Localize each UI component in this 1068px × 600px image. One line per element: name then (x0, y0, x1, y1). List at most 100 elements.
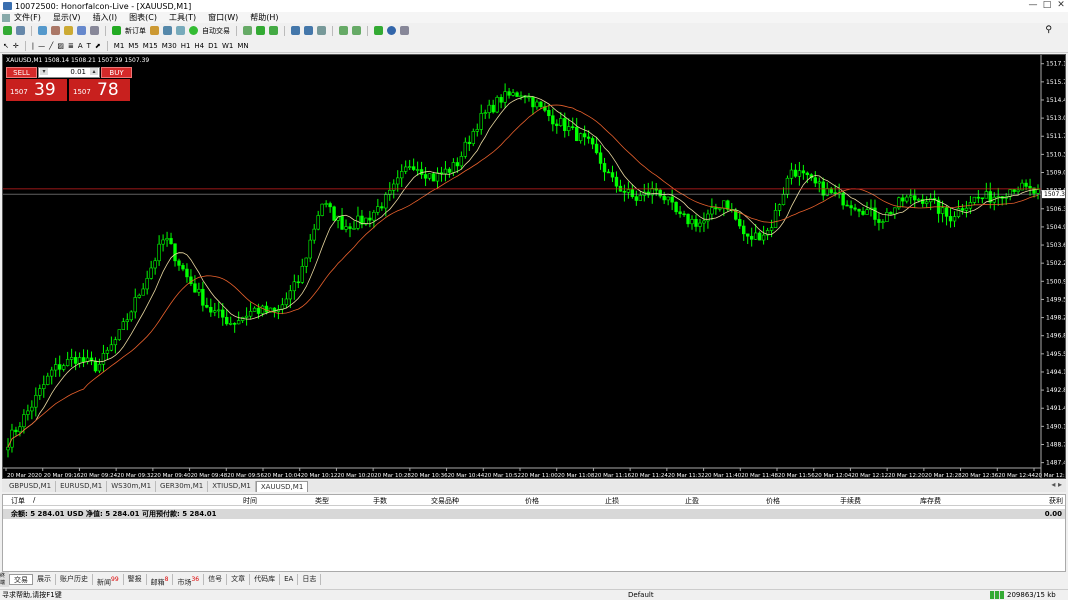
text-icon[interactable]: A (78, 42, 83, 50)
terminal-tab-3[interactable]: 新闻99 (93, 573, 124, 586)
candle-body (487, 104, 491, 113)
user-icon[interactable] (163, 26, 172, 35)
col-order[interactable]: 订单 (11, 496, 25, 506)
vertical-line-icon[interactable]: | (32, 42, 34, 50)
chart-tab-xtiusd[interactable]: XTIUSD,M1 (208, 481, 256, 492)
new-order-icon[interactable] (112, 26, 121, 35)
col-sl[interactable]: 止损 (605, 496, 619, 506)
chart-tab-ws30m[interactable]: WS30m,M1 (107, 481, 157, 492)
templates-icon[interactable] (400, 26, 409, 35)
terminal-tab-6[interactable]: 市场36 (173, 573, 205, 586)
new-chart-icon[interactable] (3, 26, 12, 35)
col-symbol[interactable]: 交易品种 (431, 496, 459, 506)
col-type[interactable]: 类型 (315, 496, 329, 506)
periods-icon[interactable] (387, 26, 396, 35)
terminal-tab-5[interactable]: 邮箱8 (147, 573, 174, 586)
chart-tab-xauusd[interactable]: XAUUSD,M1 (255, 481, 309, 492)
account-summary-row[interactable]: 余额: 5 284.01 USD 净值: 5 284.01 可用预付款: 5 2… (3, 509, 1065, 519)
price-tick-label: 1494.15 (1046, 369, 1065, 376)
maximize-button[interactable]: □ (1040, 0, 1054, 11)
trendline-icon[interactable]: ╱ (49, 42, 53, 50)
arrows-icon[interactable]: ⬈ (95, 42, 101, 50)
terminal-tab-0[interactable]: 交易 (9, 573, 33, 585)
terminal-tab-8[interactable]: 文章 (227, 573, 251, 585)
menu-view[interactable]: 显示(V) (53, 12, 81, 23)
profiles-icon[interactable] (16, 26, 25, 35)
terminal-tab-4[interactable]: 警报 (124, 573, 147, 585)
timeframe-w1[interactable]: W1 (222, 42, 233, 50)
terminal-tab-10[interactable]: EA (280, 573, 299, 585)
search-icon[interactable]: ⚲ (1045, 25, 1052, 35)
col-volume[interactable]: 手数 (373, 496, 387, 506)
market-watch-icon[interactable] (38, 26, 47, 35)
col-tp[interactable]: 止盈 (685, 496, 699, 506)
col-time[interactable]: 时间 (243, 496, 257, 506)
metaeditor-icon[interactable] (150, 26, 159, 35)
col-price[interactable]: 价格 (525, 496, 539, 506)
menu-window[interactable]: 窗口(W) (208, 12, 238, 23)
bid-price-box[interactable]: 1507 39 (6, 79, 67, 101)
lot-increase-icon[interactable]: ▴ (90, 68, 98, 75)
chart-tab-ger30m[interactable]: GER30m,M1 (156, 481, 209, 492)
timeframe-d1[interactable]: D1 (208, 42, 218, 50)
label-icon[interactable]: T (87, 42, 91, 50)
col-profit[interactable]: 获利 (1049, 496, 1063, 506)
col-sort[interactable]: / (33, 496, 35, 504)
menu-insert[interactable]: 插入(I) (93, 12, 118, 23)
terminal-tab-11[interactable]: 日志 (298, 573, 322, 585)
chart-tab-gbpusd[interactable]: GBPUSD,M1 (5, 481, 57, 492)
tile-icon[interactable] (317, 26, 326, 35)
new-order-button[interactable]: 新订单 (125, 26, 146, 36)
fibonacci-icon[interactable]: ≣ (68, 42, 74, 50)
close-button[interactable]: ✕ (1054, 0, 1068, 11)
lot-decrease-icon[interactable]: ▾ (40, 68, 48, 75)
timeframe-mn[interactable]: MN (237, 42, 248, 50)
crosshair-icon[interactable]: ✛ (13, 42, 19, 50)
tab-scroll-arrows-icon[interactable]: ◂ ▸ (1051, 480, 1062, 489)
indicators-icon[interactable] (374, 26, 383, 35)
cursor-icon[interactable]: ↖ (3, 42, 9, 50)
sell-button[interactable]: SELL (6, 67, 37, 78)
col-current-price[interactable]: 价格 (766, 496, 780, 506)
col-commission[interactable]: 手续费 (840, 496, 861, 506)
candle-body (34, 395, 38, 408)
zoom-in-icon[interactable] (291, 26, 300, 35)
channel-icon[interactable]: ▨ (57, 42, 64, 50)
minimize-button[interactable]: — (1026, 0, 1040, 11)
menu-help[interactable]: 帮助(H) (250, 12, 278, 23)
auto-trading-button[interactable]: 自动交易 (202, 26, 230, 36)
menu-tools[interactable]: 工具(T) (169, 12, 196, 23)
timeframe-m5[interactable]: M5 (128, 42, 139, 50)
terminal-tab-2[interactable]: 账户历史 (56, 573, 93, 585)
line-chart-icon[interactable] (269, 26, 278, 35)
timeframe-h4[interactable]: H4 (194, 42, 204, 50)
signals-icon[interactable] (176, 26, 185, 35)
menu-chart[interactable]: 图表(C) (129, 12, 157, 23)
horizontal-line-icon[interactable]: — (38, 42, 45, 50)
chart-canvas[interactable]: 1517.10 1515.75 1514.40 1513.05 1511.70 1510.… (3, 55, 1065, 478)
autotrading-icon[interactable] (189, 26, 198, 35)
timeframe-h1[interactable]: H1 (181, 42, 191, 50)
timeframe-m30[interactable]: M30 (162, 42, 177, 50)
chart-tab-eurusd[interactable]: EURUSD,M1 (56, 481, 108, 492)
candlestick-icon[interactable] (256, 26, 265, 35)
timeframe-m1[interactable]: M1 (114, 42, 125, 50)
bar-chart-icon[interactable] (243, 26, 252, 35)
terminal-tab-1[interactable]: 展示 (33, 573, 56, 585)
data-window-icon[interactable] (51, 26, 60, 35)
navigator-icon[interactable] (64, 26, 73, 35)
terminal-tab-7[interactable]: 信号 (204, 573, 228, 585)
menu-file[interactable]: 文件(F) (14, 12, 41, 23)
candle-body (81, 357, 86, 363)
terminal-tab-9[interactable]: 代码库 (250, 573, 281, 585)
zoom-out-icon[interactable] (304, 26, 313, 35)
buy-button[interactable]: BUY (101, 67, 132, 78)
tester-icon[interactable] (90, 26, 99, 35)
price-chart[interactable]: 1517.10 1515.75 1514.40 1513.05 1511.70 1510.… (2, 54, 1066, 479)
terminal-icon[interactable] (77, 26, 86, 35)
timeframe-m15[interactable]: M15 (143, 42, 158, 50)
autoscroll-icon[interactable] (339, 26, 348, 35)
chart-shift-icon[interactable] (352, 26, 361, 35)
col-swap[interactable]: 库存费 (920, 496, 941, 506)
ask-price-box[interactable]: 1507 78 (69, 79, 130, 101)
